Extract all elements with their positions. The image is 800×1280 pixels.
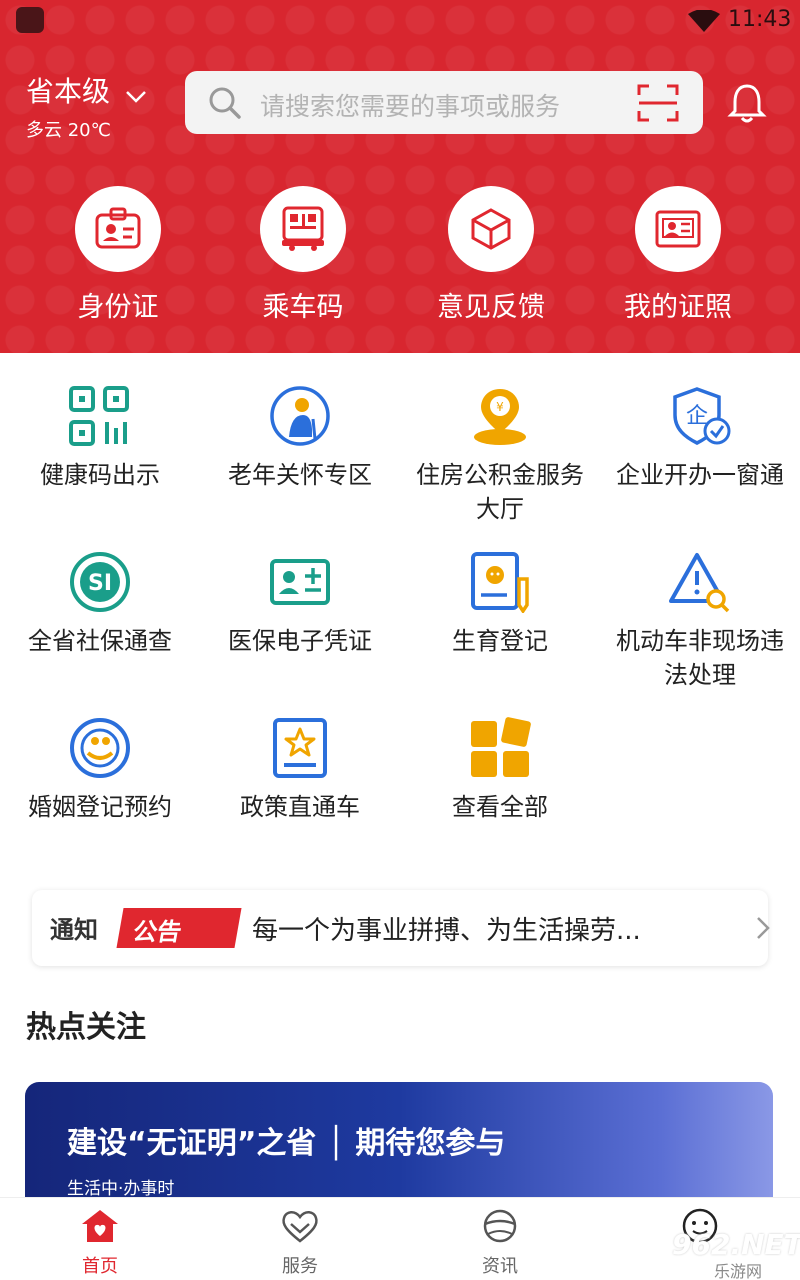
all-grid-icon	[468, 716, 532, 780]
quick-action-feedback[interactable]: 意见反馈	[431, 186, 551, 324]
bus-code-icon	[260, 186, 346, 272]
service-view-all[interactable]: 查看全部	[410, 716, 590, 824]
notification-app-icon	[16, 7, 44, 33]
notice-tag-tongzhi: 通知	[50, 916, 98, 944]
tab-home[interactable]: 首页	[40, 1208, 160, 1278]
notice-tag-gonggao: 公告	[116, 908, 242, 948]
globe-icon	[483, 1209, 517, 1243]
wifi-icon	[688, 10, 720, 32]
service-label: 全省社保通查	[28, 627, 172, 655]
search-icon	[209, 87, 241, 119]
hot-section-title: 热点关注	[26, 1010, 146, 1045]
quick-action-license[interactable]: 我的证照	[618, 186, 738, 324]
service-label: 企业开办一窗通	[616, 461, 784, 489]
scan-icon[interactable]	[637, 83, 679, 123]
tab-services[interactable]: 服务	[240, 1208, 360, 1278]
birth-registration-icon	[468, 550, 532, 614]
service-label: 机动车非现场违法处理	[616, 627, 784, 689]
bell-icon[interactable]	[726, 82, 768, 124]
notice-bar[interactable]: 通知 公告 每一个为事业拼搏、为生活操劳...	[32, 890, 770, 966]
heart-hands-icon	[282, 1211, 318, 1243]
svg-text:企: 企	[686, 404, 708, 429]
region-name: 省本级	[26, 75, 111, 108]
service-label: 医保电子凭证	[228, 627, 372, 655]
banner-subtitle: 生活中·办事时	[67, 1179, 175, 1199]
service-elderly[interactable]: 老年关怀专区	[210, 384, 390, 492]
id-card-icon	[75, 186, 161, 272]
service-social-security[interactable]: SI 全省社保通查	[10, 550, 190, 658]
chevron-right-icon	[757, 917, 770, 939]
tab-news[interactable]: 资讯	[440, 1208, 560, 1278]
service-policy[interactable]: 政策直通车	[210, 716, 390, 824]
status-bar: 11:43	[0, 0, 800, 42]
marriage-icon	[68, 716, 132, 780]
quick-action-label: 乘车码	[262, 292, 344, 323]
traffic-warning-icon	[668, 550, 732, 614]
service-housing-fund[interactable]: ¥ 住房公积金服务大厅	[410, 384, 590, 526]
watermark-logo: 962.NET	[672, 1228, 800, 1261]
service-label: 查看全部	[452, 793, 548, 821]
service-label: 住房公积金服务大厅	[416, 461, 584, 523]
service-label: 政策直通车	[240, 793, 360, 821]
service-marriage[interactable]: 婚姻登记预约	[10, 716, 190, 824]
banner-title: 建设“无证明”之省 │ 期待您参与	[67, 1126, 506, 1161]
qr-code-icon	[68, 384, 132, 448]
housing-fund-icon: ¥	[468, 384, 532, 448]
service-traffic-violation[interactable]: 机动车非现场违法处理	[610, 550, 790, 692]
enterprise-shield-icon: 企	[668, 384, 732, 448]
clock: 11:43	[728, 7, 792, 32]
chevron-down-icon	[126, 90, 146, 103]
service-medical-card[interactable]: 医保电子凭证	[210, 550, 390, 658]
quick-action-label: 我的证照	[624, 292, 732, 323]
service-label: 生育登记	[452, 627, 548, 655]
license-icon	[635, 186, 721, 272]
region-selector[interactable]: 省本级 多云 20℃	[26, 70, 147, 142]
quick-action-bus-code[interactable]: 乘车码	[243, 186, 363, 324]
watermark-sub: 乐游网	[714, 1262, 763, 1280]
service-label: 老年关怀专区	[228, 461, 372, 489]
social-security-icon: SI	[68, 550, 132, 614]
home-icon	[82, 1210, 118, 1242]
service-label: 健康码出示	[40, 461, 160, 489]
service-label: 婚姻登记预约	[28, 793, 172, 821]
header: 11:43 省本级 多云 20℃ 请搜索您需要的事项或服务 身份证 乘车码 意见…	[0, 0, 800, 353]
quick-action-label: 身份证	[77, 292, 159, 323]
service-health-code[interactable]: 健康码出示	[10, 384, 190, 492]
tab-label: 服务	[282, 1256, 318, 1277]
medical-card-icon	[268, 550, 332, 614]
elderly-icon	[268, 384, 332, 448]
quick-action-label: 意见反馈	[437, 292, 545, 323]
tab-label: 资讯	[482, 1256, 518, 1277]
svg-text:¥: ¥	[496, 400, 504, 414]
service-birth-registration[interactable]: 生育登记	[410, 550, 590, 658]
service-enterprise[interactable]: 企 企业开办一窗通	[610, 384, 790, 492]
quick-action-id-card[interactable]: 身份证	[58, 186, 178, 324]
search-bar[interactable]: 请搜索您需要的事项或服务	[185, 71, 703, 134]
notice-text: 每一个为事业拼搏、为生活操劳...	[252, 916, 641, 946]
feedback-box-icon	[448, 186, 534, 272]
tab-label: 首页	[82, 1256, 118, 1277]
weather: 多云 20℃	[26, 120, 111, 141]
search-placeholder: 请搜索您需要的事项或服务	[260, 92, 561, 121]
svg-text:SI: SI	[88, 571, 112, 596]
policy-book-icon	[268, 716, 332, 780]
